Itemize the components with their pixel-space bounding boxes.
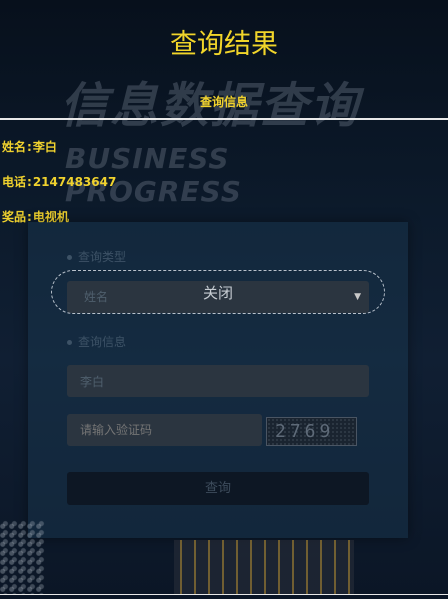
page-title: 查询结果 [170, 29, 278, 60]
bullet-icon [67, 340, 72, 345]
query-type-label-text: 查询类型 [78, 250, 127, 264]
bullet-icon [67, 255, 72, 260]
close-button[interactable]: 关闭 [51, 270, 385, 314]
result-label: 姓名 [2, 140, 27, 154]
captcha-input[interactable] [67, 414, 262, 446]
captcha-image[interactable]: 2769 [266, 417, 357, 446]
section-title: 查询信息 [199, 95, 248, 109]
result-value: 李白 [32, 140, 57, 154]
divider-top [0, 118, 448, 120]
tree-image [0, 520, 45, 595]
building-image [174, 540, 354, 595]
result-row-phone: 电话:2147483647 [2, 173, 116, 190]
background-watermark: 信息数据查询 BUSINESS PROGRESS [60, 66, 390, 208]
query-submit-button[interactable]: 查询 [67, 472, 369, 505]
result-row-name: 姓名:李白 [2, 138, 57, 155]
result-sep: : [27, 175, 32, 189]
captcha-text: 2769 [275, 421, 335, 442]
divider-bottom [0, 594, 448, 595]
query-info-input[interactable] [67, 365, 369, 397]
query-type-label: 查询类型 [67, 248, 126, 265]
result-label: 电话 [2, 175, 27, 189]
result-value: 2147483647 [32, 175, 117, 189]
query-info-label: 查询信息 [67, 333, 126, 350]
result-sep: : [27, 140, 32, 154]
result-label: 奖品 [2, 210, 27, 224]
query-info-label-text: 查询信息 [78, 335, 127, 349]
